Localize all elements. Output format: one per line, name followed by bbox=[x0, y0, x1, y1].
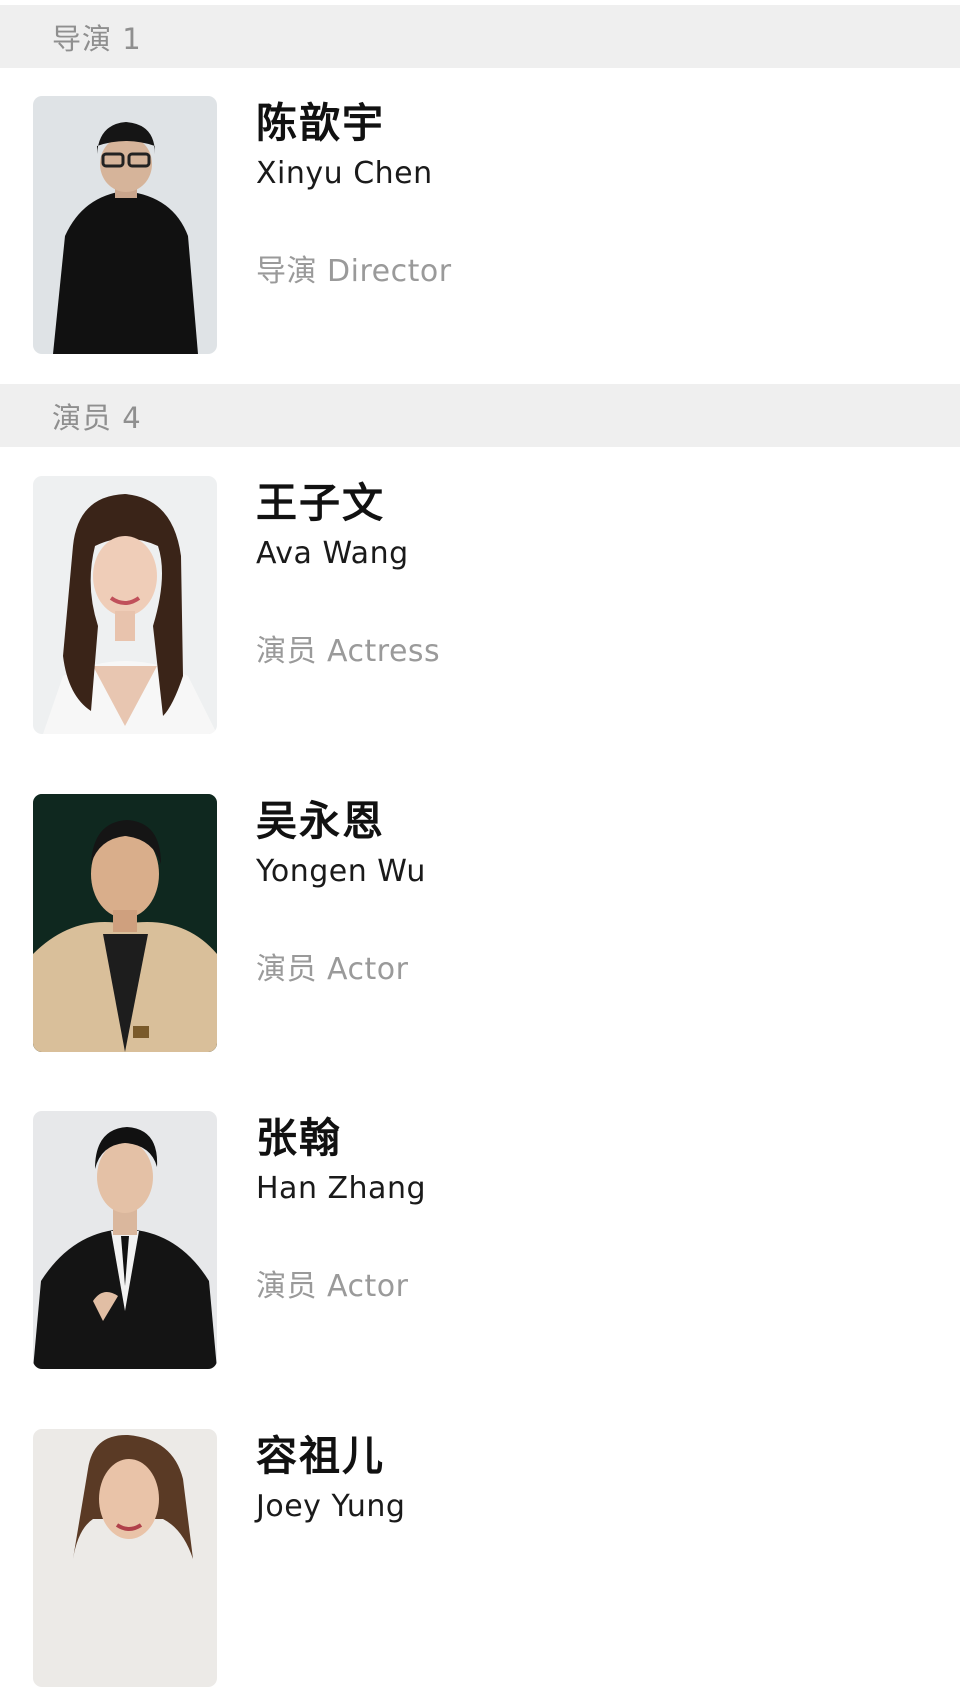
person-name-cn: 张翰 bbox=[256, 1114, 342, 1162]
person-name-cn: 吴永恩 bbox=[256, 797, 385, 845]
person-name-en: Ava Wang bbox=[256, 536, 409, 571]
avatar bbox=[33, 476, 217, 734]
person-name-cn: 王子文 bbox=[256, 479, 385, 527]
person-role: 演员 Actor bbox=[256, 1269, 409, 1304]
person-card[interactable]: 吴永恩 Yongen Wu 演员 Actor bbox=[0, 794, 960, 1054]
avatar bbox=[33, 794, 217, 1052]
person-card[interactable]: 陈歆宇 Xinyu Chen 导演 Director bbox=[0, 96, 960, 356]
person-name-en: Joey Yung bbox=[256, 1489, 406, 1524]
avatar bbox=[33, 1429, 217, 1687]
person-card[interactable]: 容祖儿 Joey Yung bbox=[0, 1429, 960, 1689]
avatar bbox=[33, 96, 217, 354]
person-name-en: Han Zhang bbox=[256, 1171, 426, 1206]
avatar bbox=[33, 1111, 217, 1369]
person-name-en: Xinyu Chen bbox=[256, 156, 433, 191]
person-name-cn: 陈歆宇 bbox=[256, 99, 385, 147]
person-name-en: Yongen Wu bbox=[256, 854, 426, 889]
person-card[interactable]: 王子文 Ava Wang 演员 Actress bbox=[0, 476, 960, 736]
section-header-actors: 演员 4 bbox=[0, 384, 960, 447]
person-card[interactable]: 张翰 Han Zhang 演员 Actor bbox=[0, 1111, 960, 1371]
person-name-cn: 容祖儿 bbox=[256, 1432, 385, 1480]
person-role: 演员 Actor bbox=[256, 952, 409, 987]
person-role: 演员 Actress bbox=[256, 634, 441, 669]
section-title: 导演 1 bbox=[52, 21, 142, 56]
section-title: 演员 4 bbox=[52, 400, 142, 435]
person-role: 导演 Director bbox=[256, 254, 452, 289]
section-header-director: 导演 1 bbox=[0, 5, 960, 68]
